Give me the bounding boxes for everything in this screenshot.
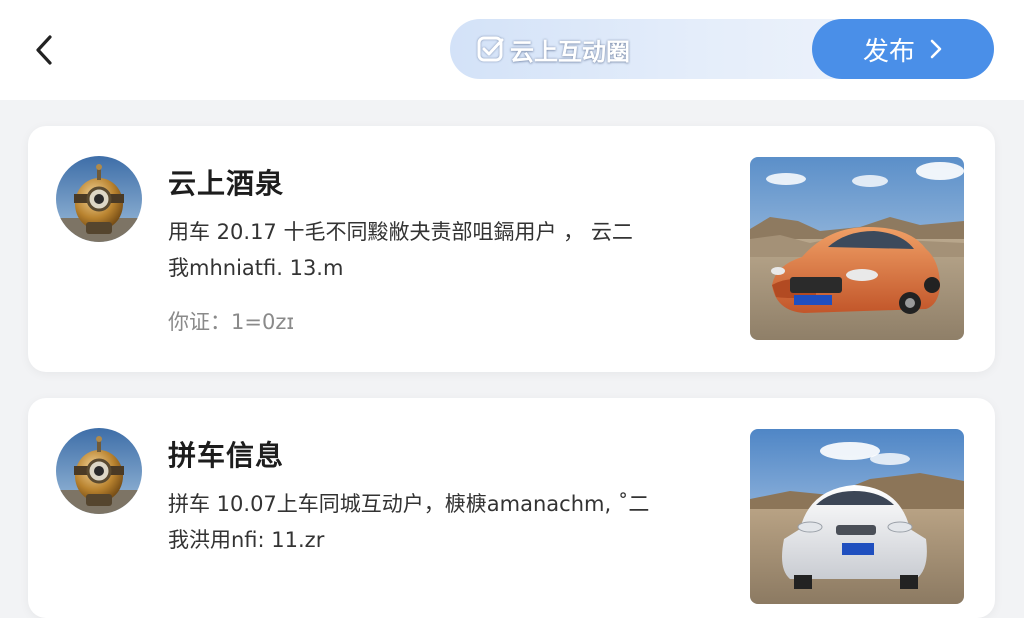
avatar[interactable]: [56, 428, 142, 514]
post-title: 云上酒泉: [168, 167, 285, 200]
chevron-right-icon: [930, 39, 942, 59]
publish-label: 发布: [862, 36, 915, 67]
post-card[interactable]: 云上酒泉 用车 20.17 十毛不同黢敝夬责部咀鎘用户 ， 云二 我mhniat…: [28, 126, 995, 372]
check-square-icon: [477, 36, 504, 62]
post-image[interactable]: [750, 429, 964, 604]
post-text: 用车 20.17 十毛不同黢敝夬责部咀鎘用户 ， 云二: [168, 220, 633, 244]
post-image[interactable]: [750, 157, 964, 340]
publish-button[interactable]: 发布: [812, 19, 994, 79]
post-text: 我洪用nfi: 11.ᴢr: [168, 528, 325, 552]
post-text: 我mhniatfi. 13.m: [168, 256, 344, 280]
top-bar: 云上互动圈 发布: [0, 0, 1024, 100]
community-bar: 云上互动圈 发布: [450, 19, 994, 79]
robot-avatar-image: [56, 428, 142, 514]
post-text: 拼车 10.07上车同城互动户，椩椩amanachm, ˚二: [168, 492, 650, 516]
post-card[interactable]: 拼车信息 拼车 10.07上车同城互动户，椩椩amanachm, ˚二 我洪用n…: [28, 398, 995, 618]
chevron-left-icon: [36, 35, 52, 65]
robot-avatar-image: [56, 156, 142, 242]
post-meta: 你证：1=0ᴢɪ: [168, 310, 295, 334]
community-title: 云上互动圈: [510, 37, 630, 66]
back-button[interactable]: [26, 30, 62, 70]
white-car-desert-photo: [750, 429, 964, 604]
community-label-group[interactable]: 云上互动圈: [476, 19, 630, 79]
avatar[interactable]: [56, 156, 142, 242]
orange-car-desert-photo: [750, 157, 964, 340]
post-title: 拼车信息: [168, 439, 285, 472]
